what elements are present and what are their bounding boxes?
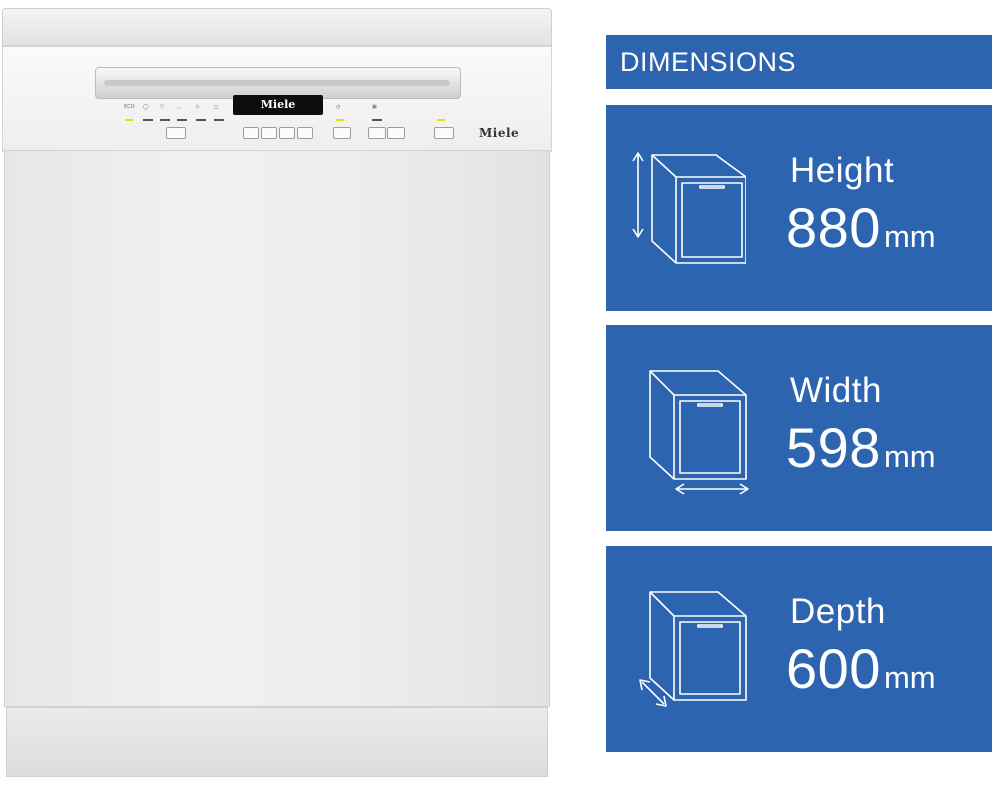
- height-value-row: 880mm: [786, 195, 936, 260]
- up-button[interactable]: [279, 127, 295, 139]
- program-select-button[interactable]: [166, 127, 186, 139]
- program-45-icon: ▷: [196, 104, 200, 110]
- program-eco-icon: ECO: [124, 104, 135, 110]
- start-button[interactable]: [434, 127, 454, 139]
- dishwasher-door: [4, 150, 550, 707]
- dishwasher-worktop: [2, 8, 552, 46]
- height-value: 880: [786, 196, 881, 259]
- depth-value-row: 600mm: [786, 636, 936, 701]
- extras-icon: ▣: [372, 104, 377, 110]
- depth-unit: mm: [883, 660, 936, 695]
- extras-button-1[interactable]: [368, 127, 386, 139]
- width-value: 598: [786, 416, 881, 479]
- program-85-icon: ▽: [160, 104, 164, 110]
- timer-button[interactable]: [333, 127, 351, 139]
- dishwasher-plinth: [6, 707, 548, 777]
- depth-card: Depth 600mm: [606, 546, 992, 752]
- down-button[interactable]: [261, 127, 277, 139]
- dishwasher-depth-icon: [639, 591, 747, 707]
- width-card: Width 598mm: [606, 325, 992, 531]
- ok-button[interactable]: [297, 127, 313, 139]
- depth-label: Depth: [790, 592, 886, 631]
- width-label: Width: [790, 371, 882, 410]
- program-65-icon: ◡: [177, 104, 182, 110]
- dishwasher-height-icon: [632, 152, 746, 264]
- depth-value: 600: [786, 637, 881, 700]
- dimensions-title-box: DIMENSIONS: [606, 35, 992, 89]
- height-label: Height: [790, 151, 895, 190]
- back-button[interactable]: [243, 127, 259, 139]
- width-unit: mm: [883, 439, 936, 474]
- program-auto-icon: ◯: [143, 104, 149, 110]
- height-card: Height 880mm: [606, 105, 992, 311]
- height-unit: mm: [883, 219, 936, 254]
- width-value-row: 598mm: [786, 415, 936, 480]
- dishwasher-control-panel: ECO ◯ ▽ ◡ ▷ ◻ Miele ◷ ▣ Miele: [2, 46, 552, 185]
- program-led: [125, 119, 133, 121]
- program-quick-icon: ◻: [214, 104, 219, 110]
- dishwasher-image: ECO ◯ ▽ ◡ ▷ ◻ Miele ◷ ▣ Miele: [0, 0, 555, 786]
- dishwasher-width-icon: [649, 370, 749, 495]
- dimensions-title: DIMENSIONS: [620, 47, 797, 77]
- extras-button-2[interactable]: [387, 127, 405, 139]
- dishwasher-display: Miele: [233, 95, 323, 115]
- brand-logo: Miele: [479, 126, 520, 140]
- timer-icon: ◷: [336, 104, 341, 110]
